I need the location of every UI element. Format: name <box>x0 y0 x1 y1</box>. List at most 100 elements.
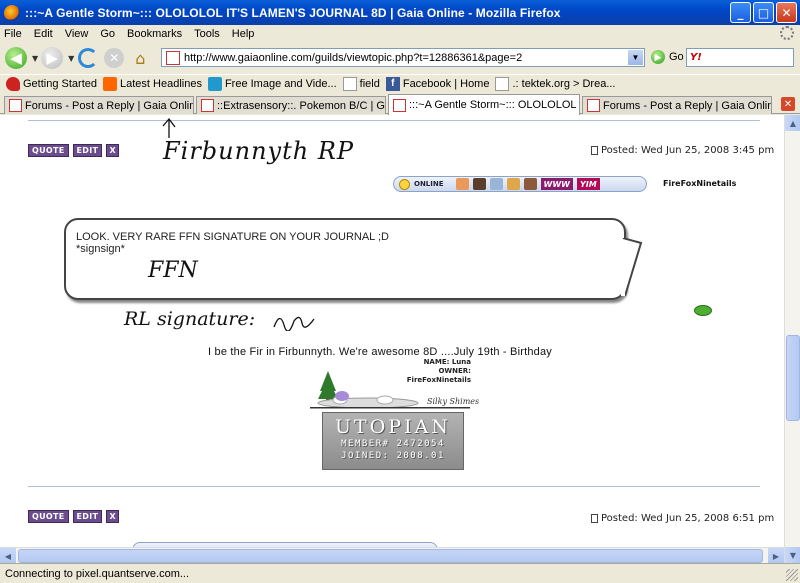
search-box[interactable]: Y! <box>686 48 794 67</box>
tab-bar: Forums - Post a Reply | Gaia Online ::Ex… <box>0 94 800 115</box>
speech-bubble-tail <box>621 238 643 297</box>
url-bar[interactable]: http://www.gaiaonline.com/guilds/viewtop… <box>161 48 645 67</box>
bookmark-free-image[interactable]: Free Image and Vide... <box>207 77 337 91</box>
posted-text: Posted: Wed Jun 25, 2008 3:45 pm <box>601 145 775 156</box>
go-arrow-icon: ▶ <box>651 50 665 64</box>
gaia-favicon-icon <box>393 98 406 112</box>
scroll-up-button[interactable]: ▲ <box>785 115 800 131</box>
yim-link[interactable]: YIM <box>577 178 600 190</box>
post-divider <box>28 120 760 121</box>
tab-gentle-storm[interactable]: :::~A Gentle Storm~::: OLOLOLOL IT... <box>388 94 580 115</box>
delete-button[interactable]: X <box>106 510 120 523</box>
post-actions: QUOTE EDIT X <box>28 510 120 523</box>
resize-grip[interactable] <box>786 569 798 581</box>
menu-edit[interactable]: Edit <box>34 28 53 40</box>
utopian-badge: UTOPIAN MEMBER# 2472054 JOINED: 2008.01 <box>322 412 464 470</box>
title-bar: :::~A Gentle Storm~::: OLOLOLOL IT'S LAM… <box>0 0 800 25</box>
gaia-favicon-icon <box>9 99 22 112</box>
minimize-button[interactable]: _ <box>730 2 751 23</box>
signature-text: I be the Fir in Firbunnyth. We're awesom… <box>208 346 553 358</box>
utopian-word: UTOPIAN <box>335 416 451 438</box>
scroll-left-button[interactable]: ◀ <box>0 548 16 564</box>
delete-button[interactable]: X <box>106 144 120 157</box>
scroll-right-button[interactable]: ▶ <box>768 548 784 564</box>
url-dropdown-button[interactable]: ▼ <box>628 50 643 65</box>
quote-button[interactable]: QUOTE <box>28 510 69 523</box>
status-text: Connecting to pixel.quantserve.com... <box>5 567 190 580</box>
tab-extrasensory[interactable]: ::Extrasensory::. Pokemon B/C | Gaia O..… <box>196 96 386 114</box>
menu-help[interactable]: Help <box>232 28 255 40</box>
tab-forums-post-reply-1[interactable]: Forums - Post a Reply | Gaia Online <box>4 96 194 114</box>
tab-label: Forums - Post a Reply | Gaia Online <box>25 99 194 112</box>
bookmark-label: Getting Started <box>23 78 97 90</box>
scroll-thumb[interactable] <box>786 335 800 421</box>
go-label: Go <box>669 51 684 63</box>
back-button[interactable]: ◀ <box>4 46 28 70</box>
trade-icon[interactable] <box>506 178 520 190</box>
bookmark-latest-headlines[interactable]: Latest Headlines <box>103 77 202 91</box>
gaia-favicon-icon <box>201 99 214 112</box>
window-title: :::~A Gentle Storm~::: OLOLOLOL IT'S LAM… <box>25 5 561 20</box>
firefox-bookmark-icon <box>6 77 20 91</box>
menu-bookmarks[interactable]: Bookmarks <box>127 28 182 40</box>
go-button[interactable]: ▶ Go <box>651 50 684 64</box>
page-icon <box>342 77 357 91</box>
profile-icon[interactable] <box>455 178 469 190</box>
vertical-scrollbar[interactable]: ▲ ▼ <box>784 115 800 563</box>
gift-icon[interactable] <box>523 178 537 190</box>
scroll-down-button[interactable]: ▼ <box>785 547 800 563</box>
horizontal-scroll-thumb[interactable] <box>18 549 763 563</box>
online-label: ONLINE <box>414 180 444 188</box>
forward-history-dropdown[interactable]: ▼ <box>68 54 74 63</box>
back-history-dropdown[interactable]: ▼ <box>32 54 38 63</box>
annotation-firbunnyth-rp: Firbunnyth RP <box>163 137 355 165</box>
menu-bar: File Edit View Go Bookmarks Tools Help <box>0 25 800 42</box>
bookmarks-toolbar: Getting Started Latest Headlines Free Im… <box>0 74 800 93</box>
close-tab-button[interactable]: ✕ <box>781 97 795 111</box>
post-username[interactable]: FireFoxNinetails <box>663 179 736 188</box>
www-link[interactable]: WWW <box>540 178 573 190</box>
bookmark-label: Free Image and Vide... <box>224 78 337 90</box>
menu-view[interactable]: View <box>65 28 89 40</box>
rl-signature-scribble <box>273 316 315 331</box>
menu-file[interactable]: File <box>4 28 22 40</box>
reload-button[interactable] <box>76 46 100 70</box>
bookmark-field[interactable]: field <box>342 77 380 91</box>
ffn-signature: FFN <box>148 258 198 283</box>
bubble-line-1: LOOK. VERY RARE FFN SIGNATURE ON YOUR JO… <box>76 231 389 243</box>
horizontal-scrollbar[interactable]: ◀ ▶ <box>0 547 784 564</box>
window-controls: _ □ ✕ <box>730 2 797 23</box>
menu-go[interactable]: Go <box>100 28 115 40</box>
throbber-icon <box>780 26 794 40</box>
site-favicon-icon <box>166 50 180 65</box>
edit-button[interactable]: EDIT <box>72 144 103 157</box>
close-button[interactable]: ✕ <box>776 2 797 23</box>
utopian-member: MEMBER# 2472054 <box>341 439 445 449</box>
maximize-button[interactable]: □ <box>753 2 774 23</box>
home-button[interactable]: ⌂ <box>128 46 152 70</box>
message-icon[interactable] <box>489 178 503 190</box>
url-text: http://www.gaiaonline.com/guilds/viewtop… <box>184 51 523 64</box>
image-host-icon <box>207 77 222 91</box>
search-engine-icon[interactable]: Y! <box>690 52 702 63</box>
tab-forums-post-reply-2[interactable]: Forums - Post a Reply | Gaia Online <box>582 96 772 114</box>
menu-tools[interactable]: Tools <box>194 28 220 40</box>
forward-button[interactable]: ▶ <box>40 46 64 70</box>
firefox-icon <box>4 4 20 21</box>
stop-icon: ✕ <box>104 48 125 68</box>
profile-bar: ONLINE WWW YIM <box>393 176 647 192</box>
bookmark-facebook[interactable]: f Facebook | Home <box>385 77 489 91</box>
edit-button[interactable]: EDIT <box>72 510 103 523</box>
post-icon <box>591 514 598 523</box>
post-actions: QUOTE EDIT X <box>28 144 120 157</box>
annotation-rl-signature: RL signature: <box>124 308 256 330</box>
bookmark-tektek[interactable]: .: tektek.org > Drea... <box>495 77 616 91</box>
bubble-line-2: *signsign* <box>76 243 125 255</box>
back-arrow-icon: ◀ <box>5 47 27 69</box>
journal-icon[interactable] <box>472 178 486 190</box>
quote-button[interactable]: QUOTE <box>28 144 69 157</box>
post-timestamp: Posted: Wed Jun 25, 2008 3:45 pm <box>591 145 774 156</box>
page-icon <box>495 77 510 91</box>
bookmark-getting-started[interactable]: Getting Started <box>6 77 97 91</box>
stop-button[interactable]: ✕ <box>102 46 126 70</box>
